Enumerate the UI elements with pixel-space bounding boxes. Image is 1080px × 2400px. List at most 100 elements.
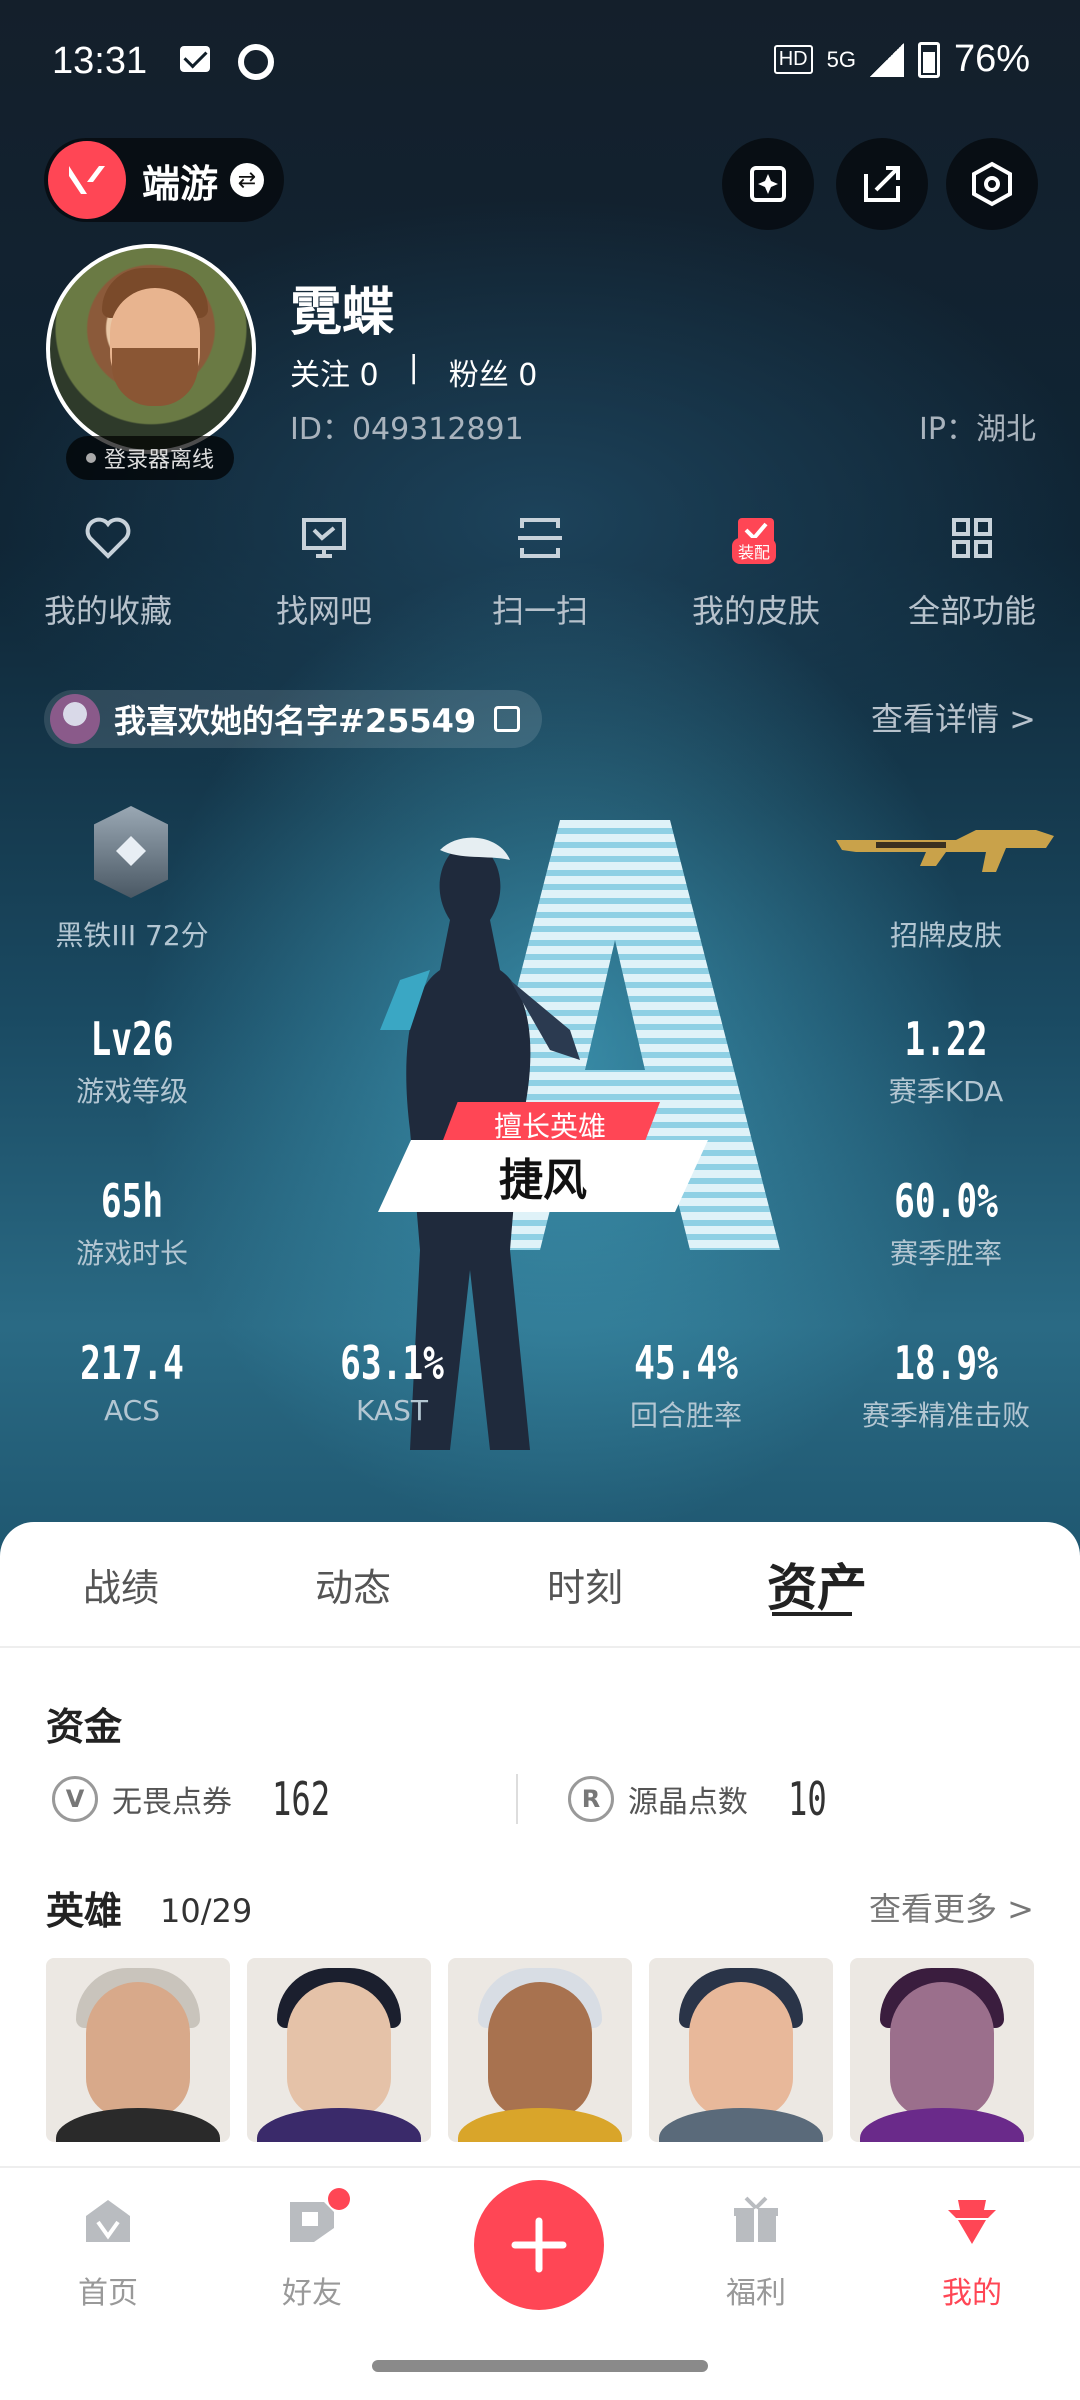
my-skins-button[interactable]: 装配 我的皮肤 xyxy=(648,510,864,632)
game-mode-switch[interactable]: 端游 ⇄ xyxy=(44,138,284,222)
riot-id: 我喜欢她的名字#25549 xyxy=(114,702,477,740)
all-functions-button[interactable]: 全部功能 xyxy=(864,510,1080,632)
network-label: 5G xyxy=(826,46,856,72)
tab-moments[interactable]: 时刻 xyxy=(464,1522,696,1646)
hours-value: 65h xyxy=(100,1174,164,1228)
launcher-status-badge: 登录器离线 xyxy=(66,436,235,480)
round-winrate-stat: 45.4% 回合胜率 xyxy=(566,1336,806,1434)
kast-label: KAST xyxy=(356,1394,428,1427)
round-winrate-value: 45.4% xyxy=(634,1336,738,1390)
valorant-logo-icon xyxy=(48,141,126,219)
equip-badge: 装配 xyxy=(732,538,777,564)
heroes-title: 英雄 xyxy=(46,1889,123,1933)
func-label-all: 全部功能 xyxy=(907,592,1036,630)
avatar[interactable] xyxy=(46,244,256,454)
acs-label: ACS xyxy=(104,1394,160,1427)
acs-value: 217.4 xyxy=(80,1336,184,1390)
profile-tabs: 战绩 动态 时刻 资产 xyxy=(0,1522,1080,1648)
kda-label: 赛季KDA xyxy=(888,1075,1004,1108)
mode-label: 端游 xyxy=(142,161,219,206)
settings-button[interactable] xyxy=(946,138,1038,230)
rp-balance[interactable]: R 源晶点数 10 xyxy=(567,1772,1032,1826)
battery-icon xyxy=(917,41,940,78)
nav-benefits[interactable]: 福利 xyxy=(686,2192,826,2312)
kast-value: 63.1% xyxy=(340,1336,444,1390)
agent-tile[interactable] xyxy=(247,1958,431,2142)
nav-me[interactable]: 我的 xyxy=(902,2192,1042,2312)
me-icon xyxy=(948,2200,996,2244)
favorites-button[interactable]: 我的收藏 xyxy=(0,510,216,632)
funds-title: 资金 xyxy=(46,1705,123,1749)
func-label-favorites: 我的收藏 xyxy=(43,592,172,630)
funds-divider xyxy=(516,1774,518,1824)
hexagon-settings-icon xyxy=(972,161,1012,207)
heart-icon xyxy=(80,510,136,566)
notification-dot xyxy=(328,2188,350,2210)
monitor-icon xyxy=(296,510,352,566)
scan-button[interactable]: 扫一扫 xyxy=(432,510,648,632)
battery-level: 76% xyxy=(953,38,1030,80)
nav-label-home: 首页 xyxy=(78,2276,138,2311)
rank-label: 黑铁III 72分 xyxy=(55,919,209,952)
round-winrate-label: 回合胜率 xyxy=(629,1399,742,1432)
view-details-link[interactable]: 查看详情 > xyxy=(871,694,1036,740)
find-cafe-button[interactable]: 找网吧 xyxy=(216,510,432,632)
username: 霓蝶 xyxy=(290,283,395,343)
follow-separator: | xyxy=(408,350,419,385)
winrate-label: 赛季胜率 xyxy=(889,1237,1002,1270)
rp-label: 源晶点数 xyxy=(627,1785,748,1820)
nav-label-benefits: 福利 xyxy=(726,2276,786,2311)
status-bar: 13:31 HD 5G 76% xyxy=(0,0,1080,125)
agents-list xyxy=(46,1958,1034,2142)
hd-icon: HD xyxy=(773,45,813,74)
vp-value: 162 xyxy=(272,1772,331,1826)
kda-value: 1.22 xyxy=(904,1012,988,1066)
heroes-count: 10/29 xyxy=(160,1892,253,1930)
launcher-status-text: 登录器离线 xyxy=(104,448,215,473)
nav-home[interactable]: 首页 xyxy=(38,2192,178,2312)
signature-skin-label: 招牌皮肤 xyxy=(889,919,1002,952)
vp-label: 无畏点券 xyxy=(112,1785,232,1820)
status-indicators: HD 5G 76% xyxy=(773,38,1030,81)
top-agent-name[interactable]: 捷风 xyxy=(378,1140,708,1212)
headshot-stat: 18.9% 赛季精准击败 xyxy=(826,1336,1066,1434)
function-bar: 我的收藏 找网吧 扫一扫 装配 我的皮肤 全部功能 xyxy=(0,510,1080,632)
tab-record[interactable]: 战绩 xyxy=(0,1522,232,1646)
follow-stats: 关注 0 | 粉丝 0 xyxy=(290,350,537,394)
rank-stat[interactable]: 黑铁III 72分 xyxy=(12,910,252,954)
winrate-stat: 60.0% 赛季胜率 xyxy=(826,1174,1066,1272)
agent-tile[interactable] xyxy=(850,1958,1034,2142)
agent-tile[interactable] xyxy=(649,1958,833,2142)
skin-icon: 装配 xyxy=(728,510,784,566)
func-label-cafe: 找网吧 xyxy=(275,592,372,630)
edit-card-button[interactable] xyxy=(722,138,814,230)
func-label-skins: 我的皮肤 xyxy=(691,592,820,630)
card-sparkle-icon xyxy=(750,166,786,202)
home-icon xyxy=(86,2200,130,2242)
tab-feed[interactable]: 动态 xyxy=(232,1522,464,1646)
signature-skin-stat[interactable]: 招牌皮肤 xyxy=(826,910,1066,954)
share-button[interactable] xyxy=(836,138,928,230)
headshot-label: 赛季精准击败 xyxy=(861,1399,1030,1432)
kast-stat: 63.1% KAST xyxy=(272,1336,512,1427)
vp-balance[interactable]: V 无畏点券 162 xyxy=(52,1772,516,1826)
clock: 13:31 xyxy=(52,40,148,82)
create-post-button[interactable] xyxy=(474,2180,604,2310)
tab-assets[interactable]: 资产 xyxy=(696,1522,928,1646)
offline-dot-icon xyxy=(86,453,96,463)
valorant-points-icon: V xyxy=(52,1776,98,1822)
funds-row: V 无畏点券 162 R 源晶点数 10 xyxy=(52,1762,1032,1836)
view-more-link[interactable]: 查看更多 > xyxy=(869,1884,1034,1930)
fans-count[interactable]: 粉丝 0 xyxy=(449,350,538,394)
copy-icon[interactable] xyxy=(494,706,521,732)
agent-tile[interactable] xyxy=(448,1958,632,2142)
acs-stat: 217.4 ACS xyxy=(12,1336,252,1427)
plus-icon xyxy=(511,2217,567,2273)
home-indicator[interactable] xyxy=(372,2360,708,2372)
agent-tile[interactable] xyxy=(46,1958,230,2142)
riot-id-pill[interactable]: 我喜欢她的名字#25549 xyxy=(44,690,543,748)
hours-stat: 65h 游戏时长 xyxy=(12,1174,252,1272)
nav-friends[interactable]: 好友 xyxy=(242,2188,382,2312)
ip-location: IP：湖北 xyxy=(919,412,1036,447)
following-count[interactable]: 关注 0 xyxy=(290,350,379,394)
